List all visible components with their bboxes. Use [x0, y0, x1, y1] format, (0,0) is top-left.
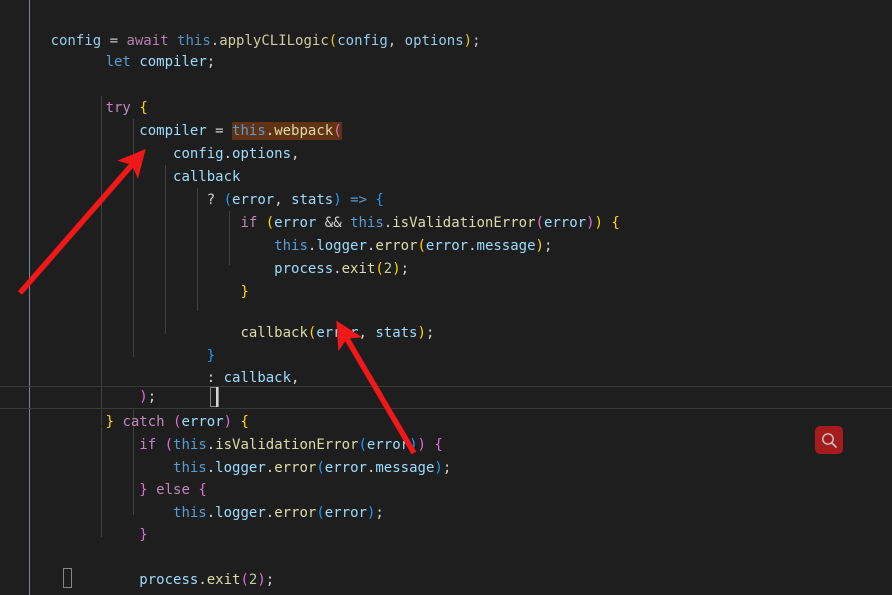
code-line: if (this.isValidationError(error)) {	[139, 437, 443, 453]
code-line: }	[240, 284, 249, 300]
code-content[interactable]: let compiler; try { compiler = this.webp…	[0, 0, 892, 595]
search-button[interactable]	[815, 426, 843, 454]
code-line: process.exit(2);	[274, 261, 410, 277]
code-line: }	[0, 568, 892, 595]
code-line: ? (error, stats) => {	[206, 192, 384, 208]
code-line: callback	[0, 143, 892, 185]
code-line: } catch (error) {	[105, 414, 249, 430]
code-line: } else {	[139, 482, 207, 498]
search-icon	[821, 432, 838, 449]
code-line: }	[139, 527, 148, 543]
code-line: let compiler;	[105, 54, 216, 70]
code-line: process.exit(2);	[139, 572, 275, 588]
code-line: config.options,	[173, 146, 300, 162]
code-line: this.logger.error(error);	[173, 505, 384, 521]
code-line: );	[139, 389, 157, 405]
code-line: compiler = this.webpack(	[139, 122, 342, 140]
code-line: }	[206, 348, 216, 364]
code-line: this.logger.error(error.message);	[274, 238, 553, 254]
code-line: callback(error, stats);	[240, 325, 435, 341]
code-line: try {	[105, 100, 148, 116]
code-line: if (error && this.isValidationError(erro…	[240, 215, 620, 231]
code-line: this.logger.error(error.message);	[173, 460, 452, 476]
code-editor-window: config = await this.applyCLILogic(config…	[0, 0, 892, 595]
